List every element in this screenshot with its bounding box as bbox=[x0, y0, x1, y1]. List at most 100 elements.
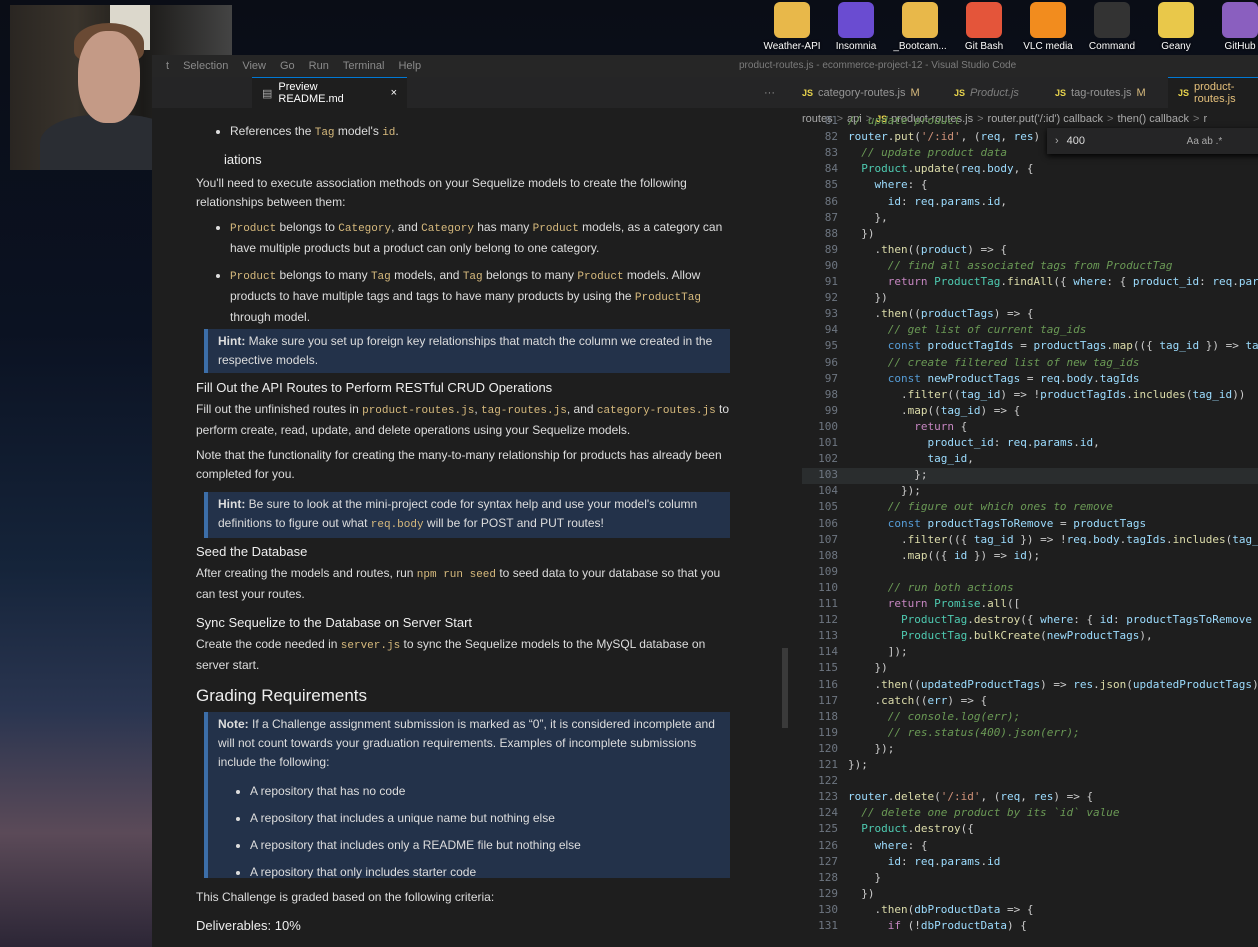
code-line[interactable]: 99 .map((tag_id) => { bbox=[802, 404, 1020, 420]
deliverables-heading: Deliverables: 10% bbox=[196, 918, 301, 933]
code-line[interactable]: 124 // delete one product by its `id` va… bbox=[802, 806, 1119, 822]
code-text: // figure out which ones to remove bbox=[887, 500, 1113, 514]
code-line[interactable]: 86 id: req.params.id, bbox=[802, 195, 1007, 211]
menu-item[interactable]: Go bbox=[280, 60, 295, 72]
menu-item[interactable]: t bbox=[166, 60, 169, 72]
code-editor[interactable]: routes > api > JS product-routes.js > router.pu… bbox=[802, 108, 1258, 947]
code-line[interactable]: 89 .then((product) => { bbox=[802, 243, 1007, 259]
code-text: .then((productTags) => { bbox=[848, 307, 1034, 321]
code-line[interactable]: 129 }) bbox=[802, 887, 874, 903]
text: Create the code needed in bbox=[196, 637, 341, 651]
code-line[interactable]: 122 bbox=[802, 774, 848, 790]
code-line[interactable]: 104 }); bbox=[802, 484, 921, 500]
code-line[interactable]: 109 bbox=[802, 565, 848, 581]
code-line[interactable]: 130 .then(dbProductData => { bbox=[802, 903, 1033, 919]
code-line[interactable]: 120 }); bbox=[802, 742, 894, 758]
code-text: router.put('/:id', (req, res) => bbox=[848, 130, 1060, 144]
line-number: 98 bbox=[824, 387, 838, 401]
inline-code: tag-routes.js bbox=[481, 405, 567, 417]
desktop-icon[interactable]: Git Bash bbox=[952, 0, 1016, 56]
code-line[interactable]: 107 .filter(({ tag_id }) => !req.body.ta… bbox=[802, 533, 1258, 549]
find-widget[interactable]: › 400 Aa ab .* bbox=[1047, 128, 1258, 154]
grading-heading: Grading Requirements bbox=[196, 686, 368, 705]
tab-product-routes[interactable]: JS product-routes.js bbox=[1168, 77, 1258, 108]
code-line[interactable]: 96 // create filtered list of new tag_id… bbox=[802, 356, 1140, 372]
code-line[interactable]: 123 router.delete('/:id', (req, res) => { bbox=[802, 790, 1093, 806]
code-line[interactable]: 98 .filter((tag_id) => !productTagIds.in… bbox=[802, 387, 1246, 404]
hint-syntax: Hint: Be sure to look at the mini-projec… bbox=[204, 492, 730, 538]
code-line[interactable]: 88 }) bbox=[802, 227, 875, 243]
tab-tag-routes[interactable]: JS tag-routes.js M bbox=[1045, 77, 1165, 108]
code-line[interactable]: 87 }, bbox=[802, 211, 888, 227]
line-number: 92 bbox=[824, 291, 838, 305]
code-line[interactable]: 105 // figure out which ones to remove bbox=[802, 500, 1113, 516]
menu-item[interactable]: Help bbox=[398, 60, 421, 72]
desktop-icon[interactable]: Insomnia bbox=[824, 0, 888, 56]
desktop-icon[interactable]: Command bbox=[1080, 0, 1144, 56]
api-text: Fill out the unfinished routes in produc… bbox=[196, 400, 736, 440]
more-actions-icon[interactable]: ··· bbox=[754, 77, 784, 108]
code-line[interactable]: 93 .then((productTags) => { bbox=[802, 307, 1034, 323]
code-line[interactable]: 95 const productTagIds = productTags.map… bbox=[802, 339, 1258, 355]
code-line[interactable]: 92 }) bbox=[802, 291, 888, 307]
code-line[interactable]: 81 // update product bbox=[802, 114, 961, 130]
code-line[interactable]: 125 Product.destroy({ bbox=[802, 822, 974, 838]
code-line[interactable]: 90 // find all associated tags from Prod… bbox=[802, 259, 1173, 275]
line-number: 128 bbox=[818, 870, 838, 884]
editor-splitter[interactable] bbox=[778, 108, 802, 947]
code-line[interactable]: 108 .map(({ id }) => id); bbox=[802, 549, 1040, 565]
tab-preview-readme[interactable]: ▤ Preview README.md × bbox=[252, 77, 407, 108]
list-item: Product belongs to Category, and Categor… bbox=[230, 218, 742, 258]
menu-item[interactable]: Selection bbox=[183, 60, 228, 72]
code-line[interactable]: 116 .then((updatedProductTags) => res.js… bbox=[802, 678, 1258, 694]
code-line[interactable]: 126 where: { bbox=[802, 839, 927, 855]
menu-item[interactable]: View bbox=[242, 60, 266, 72]
desktop-icon[interactable]: Weather-API bbox=[760, 0, 824, 56]
tab-category-routes[interactable]: JS category-routes.js M bbox=[792, 77, 932, 108]
code-line[interactable]: 82 router.put('/:id', (req, res) => bbox=[802, 130, 1060, 146]
code-line[interactable]: 103 }; bbox=[802, 468, 1258, 485]
code-line[interactable]: 127 id: req.params.id bbox=[802, 855, 1000, 871]
preview-icon: ▤ bbox=[262, 87, 273, 100]
code-line[interactable]: 97 const newProductTags = req.body.tagId… bbox=[802, 372, 1140, 388]
code-line[interactable]: 128 } bbox=[802, 871, 881, 887]
line-number: 120 bbox=[818, 741, 838, 755]
line-number: 101 bbox=[818, 436, 838, 449]
code-line[interactable]: 121}); bbox=[802, 758, 868, 774]
code-line[interactable]: 106 const productTagsToRemove = productT… bbox=[802, 517, 1146, 533]
desktop-icon[interactable]: VLC media bbox=[1016, 0, 1080, 56]
desktop-icon[interactable]: Geany bbox=[1144, 0, 1208, 56]
code-line[interactable]: 115 }) bbox=[802, 661, 888, 677]
code-line[interactable]: 101 product_id: req.params.id, bbox=[802, 436, 1100, 452]
code-line[interactable]: 113 ProductTag.bulkCreate(newProductTags… bbox=[802, 629, 1153, 645]
code-line[interactable]: 118 // console.log(err); bbox=[802, 710, 1020, 726]
code-line[interactable]: 85 where: { bbox=[802, 178, 928, 194]
tab-close-icon[interactable]: × bbox=[391, 87, 397, 99]
code-line[interactable]: 114 ]); bbox=[802, 645, 907, 661]
code-line[interactable]: 111 return Promise.all([ bbox=[802, 597, 1020, 613]
markdown-preview[interactable]: References the Tag model's id. iations Y… bbox=[152, 108, 778, 947]
text: model's bbox=[334, 124, 383, 138]
find-input[interactable]: 400 bbox=[1067, 135, 1187, 147]
code-line[interactable]: 94 // get list of current tag_ids bbox=[802, 323, 1087, 339]
desktop-icon[interactable]: _Bootcam... bbox=[888, 0, 952, 56]
code-line[interactable]: 131 if (!dbProductData) { bbox=[802, 919, 1027, 935]
chevron-right-icon[interactable]: › bbox=[1055, 135, 1059, 147]
code-line[interactable]: 117 .catch((err) => { bbox=[802, 694, 987, 710]
text: , and bbox=[391, 220, 422, 234]
code-line[interactable]: 84 Product.update(req.body, { bbox=[802, 162, 1034, 178]
tab-product-model[interactable]: JS Product.js bbox=[944, 77, 1044, 108]
menu-item[interactable]: Run bbox=[309, 60, 329, 72]
code-line[interactable]: 91 return ProductTag.findAll({ where: { … bbox=[802, 275, 1258, 291]
code-line[interactable]: 100 return { bbox=[802, 420, 967, 436]
find-options[interactable]: Aa ab .* bbox=[1187, 136, 1223, 147]
code-text: // res.status(400).json(err); bbox=[887, 725, 1080, 739]
menu-item[interactable]: Terminal bbox=[343, 60, 385, 72]
code-line[interactable]: 119 // res.status(400).json(err); bbox=[802, 726, 1080, 742]
code-line[interactable]: 112 ProductTag.destroy({ where: { id: pr… bbox=[802, 613, 1258, 629]
desktop-icon[interactable]: GitHub bbox=[1208, 0, 1258, 56]
code-line[interactable]: 83 // update product data bbox=[802, 146, 1007, 162]
scrollbar-thumb[interactable] bbox=[782, 648, 788, 728]
code-line[interactable]: 110 // run both actions bbox=[802, 581, 1013, 597]
code-line[interactable]: 102 tag_id, bbox=[802, 452, 974, 468]
